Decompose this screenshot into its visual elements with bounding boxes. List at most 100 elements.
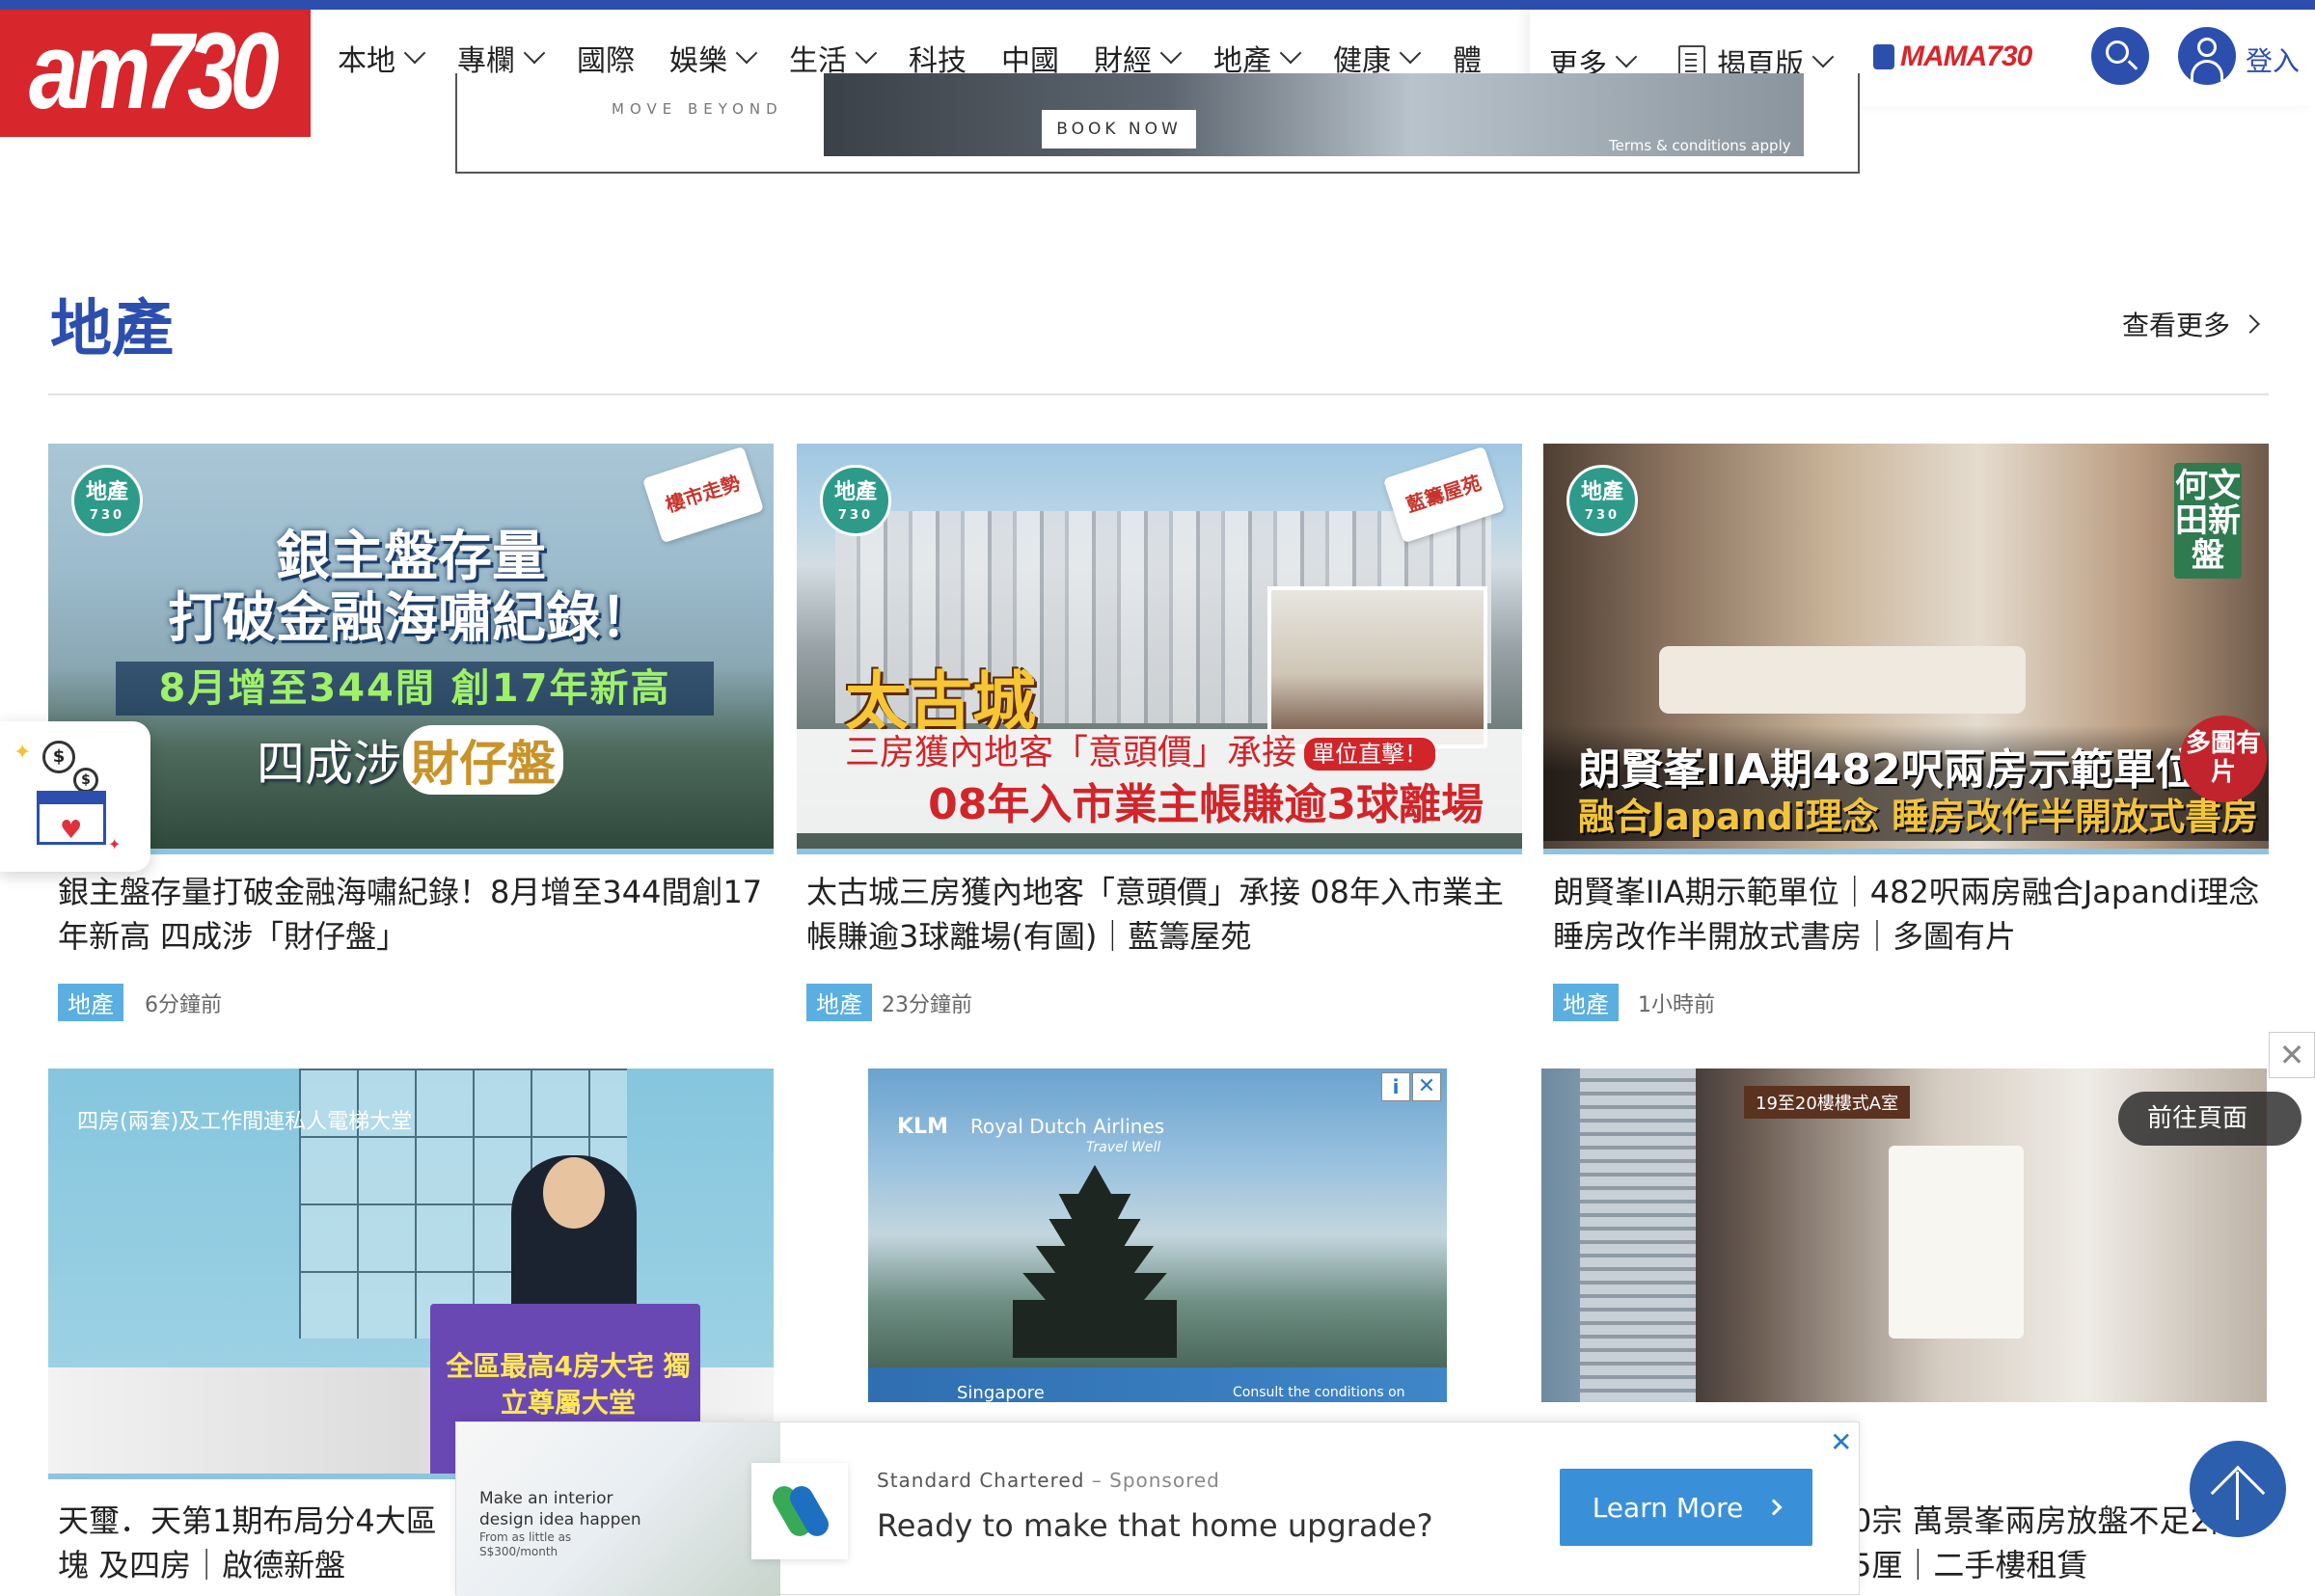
category-tag[interactable]: 地產: [1553, 984, 1619, 1021]
publish-time: 23分鐘前: [882, 993, 972, 1017]
heart-icon: ♥: [60, 816, 83, 845]
standard-chartered-logo: [751, 1463, 848, 1559]
logo-text: am730: [29, 11, 280, 131]
badge-label: 地產: [1580, 480, 1623, 504]
ad-info-icon[interactable]: i: [1381, 1072, 1410, 1101]
sponsor-brand: Standard Chartered – Sponsored: [877, 1469, 1220, 1492]
thumb-sub-highlight: 財仔盤: [403, 725, 563, 795]
login-link[interactable]: 登入: [2246, 41, 2300, 79]
article-title[interactable]: 天璽．天第1期布局分4大區塊 及四房｜啟德新盤: [58, 1499, 463, 1587]
go-to-page-button[interactable]: 前往頁面: [2118, 1092, 2301, 1146]
article-thumbnail[interactable]: 四房(兩套)及工作間連私人電梯大堂 全區最高4房大宅 獨立尊屬大堂: [48, 1069, 774, 1479]
close-icon[interactable]: ✕: [2269, 1032, 2315, 1078]
article-title[interactable]: 朗賢峯IIA期示範單位｜482呎兩房融合Japandi理念 睡房改作半開放式書房…: [1553, 870, 2263, 959]
ad-tagline: MOVE BEYOND: [612, 100, 783, 118]
klm-display-ad[interactable]: KLM Royal Dutch Airlines Travel Well Sin…: [868, 1069, 1447, 1402]
thumb-flash: 單位直擊！: [1304, 738, 1436, 771]
thumb-sofa: [1659, 646, 2026, 714]
nav-label: 本地: [338, 44, 395, 78]
badge-sub: 730: [89, 508, 125, 523]
badge-sub: 730: [837, 508, 874, 523]
user-icon: [2197, 38, 2217, 57]
sponsored-ad-bar[interactable]: Make an interior design idea happen From…: [455, 1421, 1860, 1596]
mama730-link[interactable]: MAMA730: [1873, 41, 2032, 73]
coin-icon: $: [42, 741, 75, 773]
chevron-down-icon: [1159, 41, 1183, 65]
thumb-headline-1: 銀主盤存量: [276, 526, 546, 588]
article-title[interactable]: 銀主盤存量打破金融海嘯紀錄！8月增至344間創17年新高 四成涉「財仔盤」: [58, 870, 768, 959]
category-badge: 地產 730: [71, 465, 143, 536]
chevron-down-icon: [1279, 41, 1302, 65]
see-more-link[interactable]: 查看更多: [2122, 305, 2260, 343]
section-divider: [48, 393, 2269, 395]
article-title[interactable]: 太古城三房獲內地客「意頭價」承接 08年入市業主帳賺逾3球離場(有圖)｜藍籌屋苑: [806, 870, 1516, 959]
thumb-line-1-text: 三房獲內地客「意頭價」承接: [845, 733, 1297, 772]
user-avatar-button[interactable]: [2178, 27, 2236, 85]
ad-slogan: Travel Well: [1086, 1140, 1161, 1155]
sponsored-image-text: Make an interior design idea happen: [479, 1489, 641, 1529]
article-thumbnail[interactable]: 地產 730 樓市走勢 銀主盤存量 打破金融海嘯紀錄！ 8月增至344間 創17年新…: [48, 444, 774, 854]
klm-logo: KLM: [897, 1115, 948, 1139]
pagoda-image: [1013, 1165, 1177, 1358]
sponsored-label: – Sponsored: [1091, 1469, 1220, 1492]
ad-close-icon[interactable]: ✕: [1412, 1072, 1441, 1101]
chevron-right-icon: [2241, 314, 2260, 334]
learn-more-button[interactable]: Learn More: [1560, 1469, 1812, 1546]
close-icon[interactable]: ✕: [1830, 1426, 1852, 1458]
thumb-vertical-tag: 何文田新盤: [2174, 463, 2242, 579]
ad-destination: Singapore: [957, 1383, 1045, 1402]
lock-icon: [1873, 44, 1894, 69]
back-to-top-button[interactable]: [2190, 1441, 2286, 1537]
nav-item-local[interactable]: 本地: [338, 37, 426, 79]
chevron-down-icon: [1399, 41, 1422, 65]
mama730-label: MAMA730: [1900, 41, 2032, 72]
tower-image: [1580, 1069, 1696, 1402]
user-icon-body: [2191, 60, 2223, 81]
publish-time: 6分鐘前: [145, 993, 222, 1017]
ad-airline: Royal Dutch Airlines: [970, 1115, 1165, 1138]
floating-reward-widget[interactable]: ✦ ✦ $ $ ♥: [0, 721, 150, 872]
arrow-up-stem: [2236, 1472, 2239, 1520]
article-thumbnail[interactable]: 地產 730 藍籌屋苑 太古城 三房獲內地客「意頭價」承接 單位直擊！ 08年入市業…: [797, 444, 1522, 854]
thumb-band-text: 8月增至344間 創17年新高: [158, 666, 671, 711]
top-banner-ad[interactable]: MOVE BEYOND BOOK NOW Terms & conditions …: [455, 73, 1860, 174]
presenter-face: [543, 1157, 605, 1229]
ad-terms: Terms & conditions apply: [1609, 137, 1791, 154]
category-tag[interactable]: 地產: [806, 984, 872, 1021]
sponsor-name: Standard Chartered: [877, 1469, 1085, 1492]
thumb-sub-prefix: 四成涉: [257, 736, 401, 792]
sparkle-icon: ✦: [14, 741, 32, 765]
category-badge: 地產 730: [1566, 465, 1638, 536]
sponsored-image-subtext: From as little as S$300/month: [479, 1530, 572, 1558]
chevron-down-icon: [523, 41, 546, 65]
search-button[interactable]: [2091, 27, 2149, 85]
section-title: 地產: [50, 294, 174, 365]
chevron-down-icon: [403, 41, 426, 65]
chevron-down-icon: [1811, 45, 1835, 68]
chevron-down-icon: [1615, 45, 1638, 68]
unit-label: 19至20樓樓式A室: [1744, 1086, 1911, 1119]
thumb-inset-photo: [1267, 586, 1487, 748]
category-badge: 地產 730: [820, 465, 891, 536]
publish-time: 1小時前: [1638, 993, 1715, 1017]
ad-conditions: Consult the conditions on: [1233, 1385, 1405, 1400]
badge-sub: 730: [1584, 508, 1620, 523]
search-icon-handle: [2127, 60, 2138, 70]
thumb-caption-2: 融合Japandi理念 睡房改作半開放式書房: [1578, 796, 2259, 838]
thumb-headline-2: 打破金融海嘯紀錄！: [168, 587, 654, 650]
see-more-label: 查看更多: [2122, 310, 2231, 341]
chevron-down-icon: [735, 41, 758, 65]
coin-icon: $: [73, 768, 98, 793]
board-text: 全區最高4房大宅 獨立尊屬大堂: [446, 1350, 691, 1419]
category-tag[interactable]: 地產: [58, 984, 123, 1021]
article-thumbnail[interactable]: 地產 730 何文田新盤 朗賢峯IIA期482呎兩房示範單位 融合Japandi理…: [1543, 444, 2269, 854]
site-logo[interactable]: am730: [0, 10, 311, 137]
badge-label: 地產: [833, 480, 877, 504]
badge-label: 地產: [85, 480, 128, 504]
thumb-line-1: 三房獲內地客「意頭價」承接 單位直擊！: [797, 729, 1522, 777]
book-now-button[interactable]: BOOK NOW: [1042, 110, 1196, 149]
search-icon: [2106, 41, 2129, 64]
thumb-headline: 銀主盤存量 打破金融海嘯紀錄！: [48, 527, 774, 650]
multi-media-badge: 多圖有片: [2180, 716, 2267, 802]
sponsored-headline: Ready to make that home upgrade?: [877, 1507, 1433, 1544]
